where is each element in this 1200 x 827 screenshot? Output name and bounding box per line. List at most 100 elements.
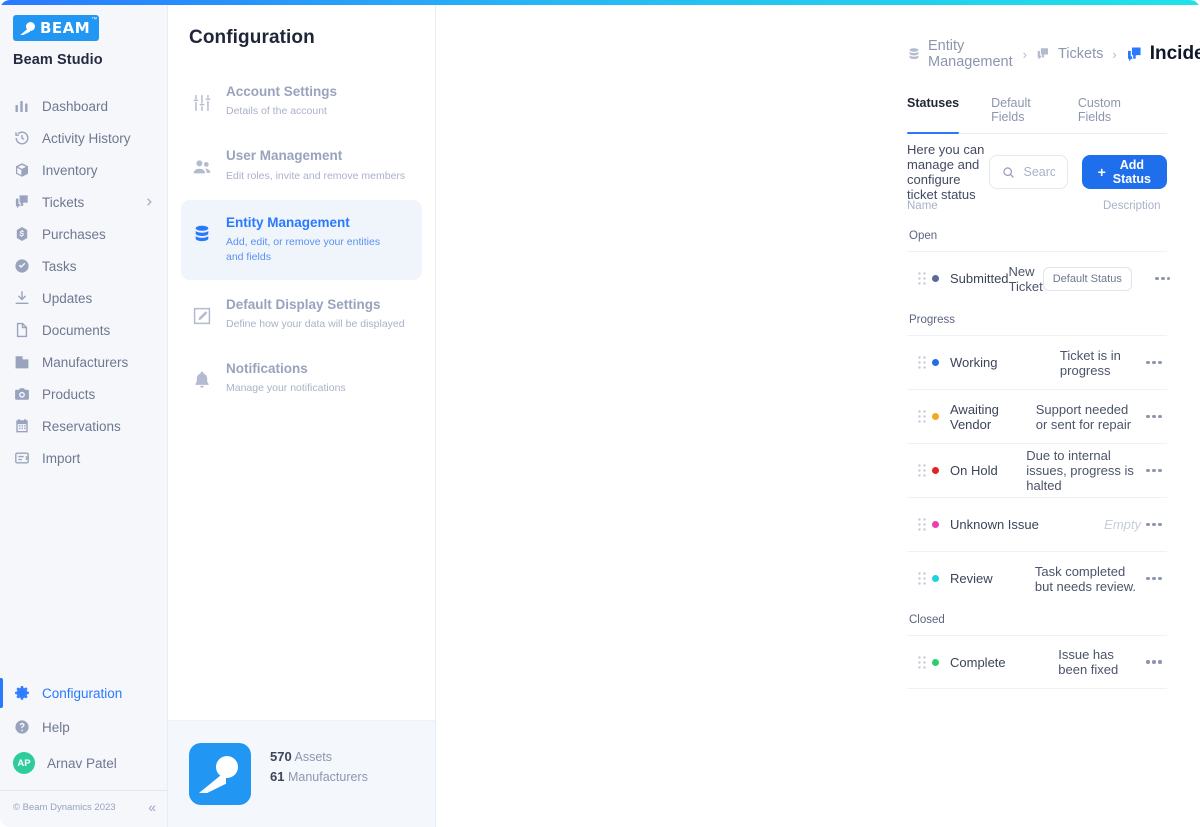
help-circle-icon bbox=[13, 719, 30, 736]
sidebar-item-documents[interactable]: Documents bbox=[0, 314, 167, 346]
add-status-label: Add Status bbox=[1112, 158, 1151, 186]
search-box[interactable] bbox=[988, 155, 1068, 189]
more-horizontal-icon bbox=[1146, 522, 1162, 527]
sliders-icon bbox=[191, 92, 213, 114]
row-more-button[interactable] bbox=[1141, 360, 1167, 365]
trademark-symbol: ™ bbox=[91, 17, 98, 23]
drag-handle-icon[interactable] bbox=[907, 464, 932, 477]
ticket-chat-icon bbox=[13, 194, 30, 211]
sidebar-item-updates[interactable]: Updates bbox=[0, 282, 167, 314]
table-row[interactable]: Unknown Issue Empty bbox=[907, 497, 1167, 551]
config-item-subtitle: Details of the account bbox=[226, 105, 327, 118]
config-item-title: Account Settings bbox=[226, 84, 338, 99]
document-icon bbox=[13, 322, 30, 339]
chart-bar-icon bbox=[13, 98, 30, 115]
status-name: Working bbox=[950, 355, 998, 370]
table-row[interactable]: Working Ticket is in progress bbox=[907, 335, 1167, 389]
sidebar-item-import[interactable]: Import bbox=[0, 442, 167, 474]
config-item-subtitle: Add, edit, or remove your entities and f… bbox=[226, 236, 381, 264]
brand-logo-wrap[interactable]: BEAM ™ bbox=[0, 5, 167, 41]
row-more-button[interactable] bbox=[1141, 414, 1167, 419]
search-input[interactable] bbox=[1023, 165, 1055, 179]
table-row[interactable]: Complete Issue has been fixed bbox=[907, 635, 1167, 689]
stat-manufacturers: 61 Manufacturers bbox=[270, 769, 368, 784]
breadcrumb-item-tickets[interactable]: Tickets bbox=[1036, 46, 1103, 62]
config-item-entity-management[interactable]: Entity Management Add, edit, or remove y… bbox=[181, 199, 422, 280]
users-icon bbox=[191, 156, 213, 178]
drag-handle-icon[interactable] bbox=[907, 356, 932, 369]
config-item-notifications[interactable]: Notifications Manage your notifications bbox=[181, 348, 422, 408]
sidebar-user[interactable]: AP Arnav Patel bbox=[0, 744, 167, 782]
beam-logo[interactable]: BEAM ™ bbox=[13, 15, 100, 41]
more-horizontal-icon bbox=[1146, 360, 1162, 365]
sidebar-item-label: Import bbox=[42, 450, 81, 466]
beam-logo-large-icon bbox=[189, 743, 251, 805]
drag-handle-icon[interactable] bbox=[907, 272, 932, 285]
breadcrumb-item-incidents: Incidents bbox=[1126, 43, 1200, 65]
config-item-subtitle: Define how your data will be displayed bbox=[226, 317, 405, 330]
sidebar-nav-list: Dashboard Activity History Inventory Tic… bbox=[0, 90, 167, 474]
status-color-dot bbox=[932, 413, 939, 420]
status-name: Submitted bbox=[950, 271, 1009, 286]
sidebar-item-label: Purchases bbox=[42, 226, 106, 242]
sidebar-item-inventory[interactable]: Inventory bbox=[0, 154, 167, 186]
config-item-title: User Management bbox=[226, 148, 343, 164]
product-name: Beam Studio bbox=[13, 52, 103, 68]
row-more-button[interactable] bbox=[1141, 576, 1167, 581]
import-icon bbox=[13, 450, 30, 467]
table-row[interactable]: Submitted New Ticket Default Status bbox=[907, 251, 1171, 305]
factory-icon bbox=[13, 354, 30, 371]
sidebar-item-label: Documents bbox=[42, 322, 111, 338]
config-spacer bbox=[168, 412, 435, 720]
add-status-button[interactable]: + Add Status bbox=[1081, 155, 1167, 189]
config-item-account-settings[interactable]: Account Settings Details of the account bbox=[181, 71, 422, 131]
tab-default-fields[interactable]: Default Fields bbox=[991, 96, 1046, 133]
table-row[interactable]: Awaiting Vendor Support needed or sent f… bbox=[907, 389, 1167, 443]
breadcrumb-item-entity-management[interactable]: Entity Management bbox=[907, 38, 1014, 70]
beam-logo-text: BEAM bbox=[40, 19, 91, 37]
status-badge: Default Status bbox=[1042, 266, 1132, 291]
sidebar-item-label: Configuration bbox=[42, 685, 123, 701]
config-item-user-management[interactable]: User Management Edit roles, invite and r… bbox=[181, 135, 422, 195]
drag-handle-icon[interactable] bbox=[907, 572, 932, 585]
beam-mark-icon bbox=[20, 21, 35, 36]
row-more-button[interactable] bbox=[1141, 660, 1167, 664]
drag-handle-icon[interactable] bbox=[907, 518, 932, 531]
download-icon bbox=[13, 290, 30, 307]
status-description: Support needed or sent for repair bbox=[1035, 401, 1132, 432]
table-row[interactable]: Review Task completed but needs review. bbox=[907, 551, 1167, 605]
table-row[interactable]: On Hold Due to internal issues, progress… bbox=[907, 443, 1167, 497]
config-item-title: Notifications bbox=[226, 360, 308, 376]
sidebar-item-tickets[interactable]: Tickets bbox=[0, 186, 167, 218]
database-icon bbox=[907, 47, 921, 62]
row-more-button[interactable] bbox=[1141, 468, 1167, 473]
sidebar-item-label: Tickets bbox=[42, 194, 85, 210]
sidebar-item-manufacturers[interactable]: Manufacturers bbox=[0, 346, 167, 378]
sidebar-item-purchases[interactable]: Purchases bbox=[0, 218, 167, 250]
sidebar-item-help[interactable]: Help bbox=[0, 710, 167, 744]
gear-icon bbox=[13, 685, 30, 702]
tab-custom-fields[interactable]: Custom Fields bbox=[1078, 96, 1135, 133]
sidebar-item-label: Dashboard bbox=[42, 98, 109, 114]
row-more-button[interactable] bbox=[1150, 276, 1176, 281]
sidebar-item-products[interactable]: Products bbox=[0, 378, 167, 410]
status-name: Unknown Issue bbox=[950, 517, 1039, 532]
sidebar-item-dashboard[interactable]: Dashboard bbox=[0, 90, 167, 122]
sidebar-item-configuration[interactable]: Configuration bbox=[0, 676, 167, 710]
status-name: Complete bbox=[950, 654, 1006, 670]
statuses-table: Name Description Open Submitted New Tick… bbox=[907, 200, 1171, 689]
chevron-double-left-icon[interactable]: « bbox=[148, 800, 156, 814]
drag-handle-icon[interactable] bbox=[907, 655, 932, 669]
drag-handle-icon[interactable] bbox=[907, 410, 932, 423]
sidebar-item-reservations[interactable]: Reservations bbox=[0, 410, 167, 442]
chevron-right-icon bbox=[144, 197, 154, 207]
sidebar-footer: © Beam Dynamics 2023 « bbox=[0, 790, 167, 823]
config-item-default-display-settings[interactable]: Default Display Settings Define how your… bbox=[181, 284, 422, 344]
status-name: On Hold bbox=[950, 463, 998, 478]
calendar-icon bbox=[13, 418, 30, 435]
sidebar-item-tasks[interactable]: Tasks bbox=[0, 250, 167, 282]
sidebar-item-activity-history[interactable]: Activity History bbox=[0, 122, 167, 154]
stat-manufacturers-value: 61 bbox=[270, 769, 285, 784]
row-more-button[interactable] bbox=[1141, 522, 1167, 527]
tab-statuses[interactable]: Statuses bbox=[907, 96, 960, 134]
